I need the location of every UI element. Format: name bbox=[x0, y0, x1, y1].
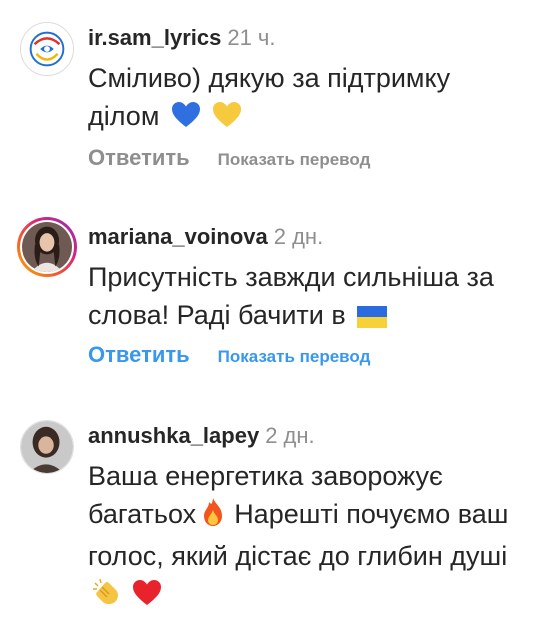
show-translation-button[interactable]: Показать перевод bbox=[218, 347, 371, 366]
comment-actions: Ответить Показать перевод bbox=[88, 145, 370, 171]
clapping-hands-icon bbox=[92, 577, 122, 617]
reply-button[interactable]: Ответить bbox=[88, 145, 190, 170]
avatar[interactable] bbox=[20, 22, 74, 76]
avatar[interactable] bbox=[20, 420, 74, 474]
profile-photo-icon bbox=[21, 421, 73, 473]
timestamp: 21 ч. bbox=[227, 25, 276, 50]
yellow-heart-icon bbox=[212, 101, 242, 139]
comment-actions: Ответить Показать перевод bbox=[88, 342, 370, 368]
logo-icon bbox=[21, 23, 73, 75]
ukraine-flag-icon bbox=[357, 300, 388, 338]
avatar-image bbox=[21, 421, 73, 473]
reply-button[interactable]: Ответить bbox=[88, 342, 190, 367]
comment-header: annushka_lapey 2 дн. bbox=[88, 423, 315, 449]
comment-text: Присутність завжди сильніша за слова! Ра… bbox=[88, 258, 528, 338]
avatar[interactable] bbox=[17, 217, 77, 277]
fire-icon bbox=[200, 497, 226, 537]
avatar-image bbox=[20, 220, 74, 274]
comment-body: Присутність завжди сильніша за слова! Ра… bbox=[88, 262, 494, 330]
comment-header: ir.sam_lyrics 21 ч. bbox=[88, 25, 276, 51]
username[interactable]: mariana_voinova bbox=[88, 224, 268, 249]
red-heart-icon bbox=[132, 579, 162, 617]
username[interactable]: ir.sam_lyrics bbox=[88, 25, 221, 50]
timestamp: 2 дн. bbox=[265, 423, 315, 448]
profile-photo-icon bbox=[22, 222, 72, 272]
blue-heart-icon bbox=[171, 101, 201, 139]
avatar-image bbox=[21, 23, 73, 75]
username[interactable]: annushka_lapey bbox=[88, 423, 259, 448]
comment-body: Сміливо) дякую за підтримку ділом bbox=[88, 63, 451, 131]
comment-header: mariana_voinova 2 дн. bbox=[88, 224, 323, 250]
timestamp: 2 дн. bbox=[273, 224, 324, 249]
comment-text: Ваша енергетика заворожує багатьох Нареш… bbox=[88, 457, 528, 617]
comment-text: Сміливо) дякую за підтримку ділом bbox=[88, 59, 528, 139]
show-translation-button[interactable]: Показать перевод bbox=[218, 150, 371, 169]
